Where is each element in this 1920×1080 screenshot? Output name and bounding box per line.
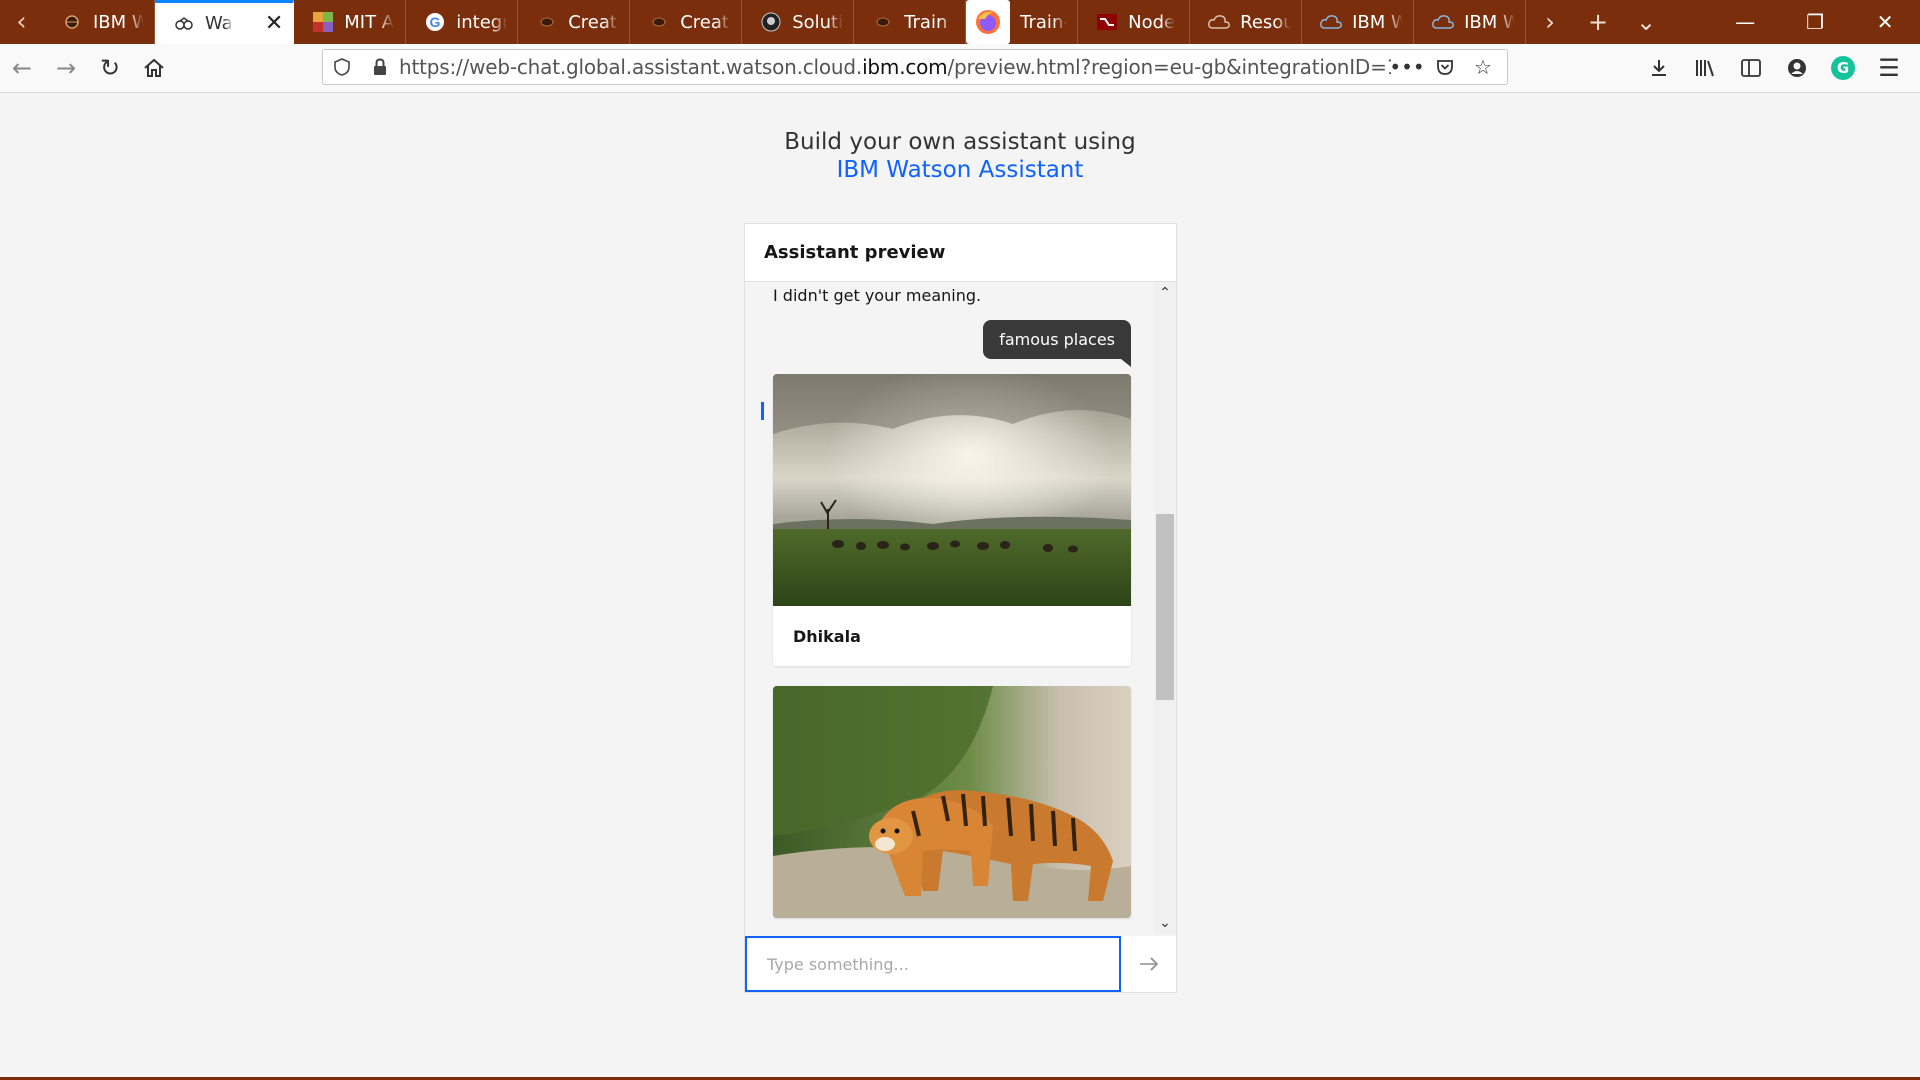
chat-messages[interactable]: I didn't get your meaning. famous places bbox=[745, 282, 1176, 934]
tab-9[interactable]: Node bbox=[1078, 0, 1191, 44]
bot-message: I didn't get your meaning. bbox=[773, 286, 982, 305]
nodered-icon bbox=[1096, 11, 1118, 33]
tab-strip-controls: › + ⌄ — ❐ ✕ bbox=[1526, 0, 1920, 44]
tab-7[interactable]: Train a bbox=[854, 0, 967, 44]
menu-icon[interactable]: ☰ bbox=[1866, 46, 1912, 90]
tab-4[interactable]: Create bbox=[518, 0, 631, 44]
page-actions-icon[interactable]: ••• bbox=[1389, 55, 1424, 79]
scroll-down-icon[interactable]: ⌄ bbox=[1154, 912, 1176, 934]
tab-11[interactable]: IBM W bbox=[1302, 0, 1415, 44]
tab-label: IBM W bbox=[1464, 11, 1515, 33]
tab-label: Node bbox=[1128, 11, 1176, 33]
pocket-icon[interactable] bbox=[1429, 58, 1461, 76]
tab-10[interactable]: Resour bbox=[1190, 0, 1303, 44]
lock-icon[interactable] bbox=[361, 58, 399, 76]
carousel-card-tigers[interactable] bbox=[773, 686, 1131, 918]
chat-widget: Assistant preview I didn't get your mean… bbox=[744, 223, 1177, 993]
ibm-watson-assistant-link[interactable]: IBM Watson Assistant bbox=[0, 156, 1920, 184]
tab-label: IBM W bbox=[1352, 11, 1403, 33]
tigers-photo bbox=[773, 686, 1131, 918]
url-actions: ••• ☆ bbox=[1389, 55, 1507, 79]
close-window-icon[interactable]: ✕ bbox=[1850, 0, 1920, 44]
cloud-icon bbox=[1432, 11, 1454, 33]
tab-8[interactable]: Train-C bbox=[966, 0, 1079, 44]
cloud-icon bbox=[1320, 11, 1343, 33]
tab-3[interactable]: G integr bbox=[406, 0, 519, 44]
url-suffix: /preview.html?region=eu-gb&integrationID… bbox=[947, 55, 1391, 79]
bee-icon bbox=[61, 11, 83, 33]
tab-label: Wa bbox=[204, 13, 233, 34]
tab-1-active[interactable]: Wa ✕ bbox=[154, 0, 295, 44]
tab-label: Solutic bbox=[792, 11, 844, 33]
page-heading: Build your own assistant using IBM Watso… bbox=[0, 128, 1920, 184]
back-icon[interactable]: ← bbox=[0, 46, 44, 90]
chat-scrollbar[interactable]: ⌃ ⌄ bbox=[1154, 282, 1176, 934]
google-icon: G bbox=[424, 11, 446, 33]
heading-text: Build your own assistant using bbox=[784, 129, 1136, 155]
url-prefix: https://web-chat.global.assistant.watson… bbox=[399, 55, 863, 79]
sidebar-icon[interactable] bbox=[1728, 46, 1774, 90]
tab-strip: ‹ IBM W Wa ✕ MIT A G integr Create bbox=[0, 0, 1920, 44]
github-icon bbox=[760, 11, 782, 33]
grassland-elephants-photo bbox=[773, 374, 1131, 606]
send-arrow-icon[interactable] bbox=[1121, 936, 1176, 992]
shield-icon[interactable] bbox=[323, 58, 361, 76]
bee-icon bbox=[872, 11, 894, 33]
list-all-tabs-icon[interactable]: ⌄ bbox=[1622, 0, 1670, 44]
downloads-icon[interactable] bbox=[1636, 46, 1682, 90]
tab-label: integr bbox=[456, 11, 508, 33]
tab-label: MIT A bbox=[344, 11, 395, 33]
card-title: Dhikala bbox=[793, 626, 861, 646]
tab-label: Train a bbox=[904, 11, 955, 33]
url-domain: ibm.com bbox=[862, 55, 948, 79]
home-icon[interactable] bbox=[132, 46, 176, 90]
reload-icon[interactable]: ↻ bbox=[88, 46, 132, 90]
new-tab-icon[interactable]: + bbox=[1574, 0, 1622, 44]
chat-header: Assistant preview bbox=[745, 224, 1176, 282]
toolbar-right: G ☰ bbox=[1636, 44, 1912, 92]
account-icon[interactable] bbox=[1774, 46, 1820, 90]
forward-icon[interactable]: → bbox=[44, 46, 88, 90]
chat-input-row bbox=[745, 936, 1176, 992]
firefox-icon bbox=[966, 0, 1011, 44]
bee-icon bbox=[536, 11, 558, 33]
mit-app-inventor-icon bbox=[312, 11, 334, 33]
grammarly-icon[interactable]: G bbox=[1820, 46, 1866, 90]
tab-label: Create bbox=[568, 11, 619, 33]
bookmark-star-icon[interactable]: ☆ bbox=[1467, 55, 1499, 79]
svg-text:G: G bbox=[430, 14, 441, 30]
tab-6[interactable]: Solutic bbox=[742, 0, 855, 44]
tab-label: IBM W bbox=[92, 11, 144, 33]
address-bar[interactable]: https://web-chat.global.assistant.watson… bbox=[322, 49, 1508, 85]
tab-0[interactable]: IBM W bbox=[43, 0, 155, 44]
watson-icon bbox=[173, 13, 195, 35]
tab-label: Train-C bbox=[1020, 11, 1067, 33]
url-text[interactable]: https://web-chat.global.assistant.watson… bbox=[399, 55, 1391, 79]
minimize-icon[interactable]: — bbox=[1710, 0, 1780, 44]
restore-icon[interactable]: ❐ bbox=[1780, 0, 1850, 44]
scroll-tabs-left-icon[interactable]: ‹ bbox=[0, 0, 43, 44]
navigation-toolbar: ← → ↻ https://web-chat.global.assistant.… bbox=[0, 44, 1920, 93]
user-message: famous places bbox=[983, 320, 1131, 367]
carousel-card-dhikala[interactable]: Dhikala bbox=[773, 374, 1131, 666]
scroll-up-icon[interactable]: ⌃ bbox=[1154, 282, 1176, 304]
library-icon[interactable] bbox=[1682, 46, 1728, 90]
focus-indicator bbox=[761, 402, 764, 420]
tab-5[interactable]: Create bbox=[630, 0, 743, 44]
tab-label: Create bbox=[680, 11, 731, 33]
scrollbar-thumb[interactable] bbox=[1156, 514, 1174, 700]
chat-message-input[interactable] bbox=[745, 936, 1121, 992]
close-tab-icon[interactable]: ✕ bbox=[265, 11, 283, 36]
bee-icon bbox=[648, 11, 670, 33]
cloud-icon bbox=[1208, 11, 1231, 33]
scroll-tabs-right-icon[interactable]: › bbox=[1526, 0, 1574, 44]
chat-header-title: Assistant preview bbox=[764, 242, 946, 263]
tab-label: Resour bbox=[1240, 11, 1291, 33]
tab-2[interactable]: MIT A bbox=[294, 0, 407, 44]
tab-12[interactable]: IBM W bbox=[1414, 0, 1527, 44]
